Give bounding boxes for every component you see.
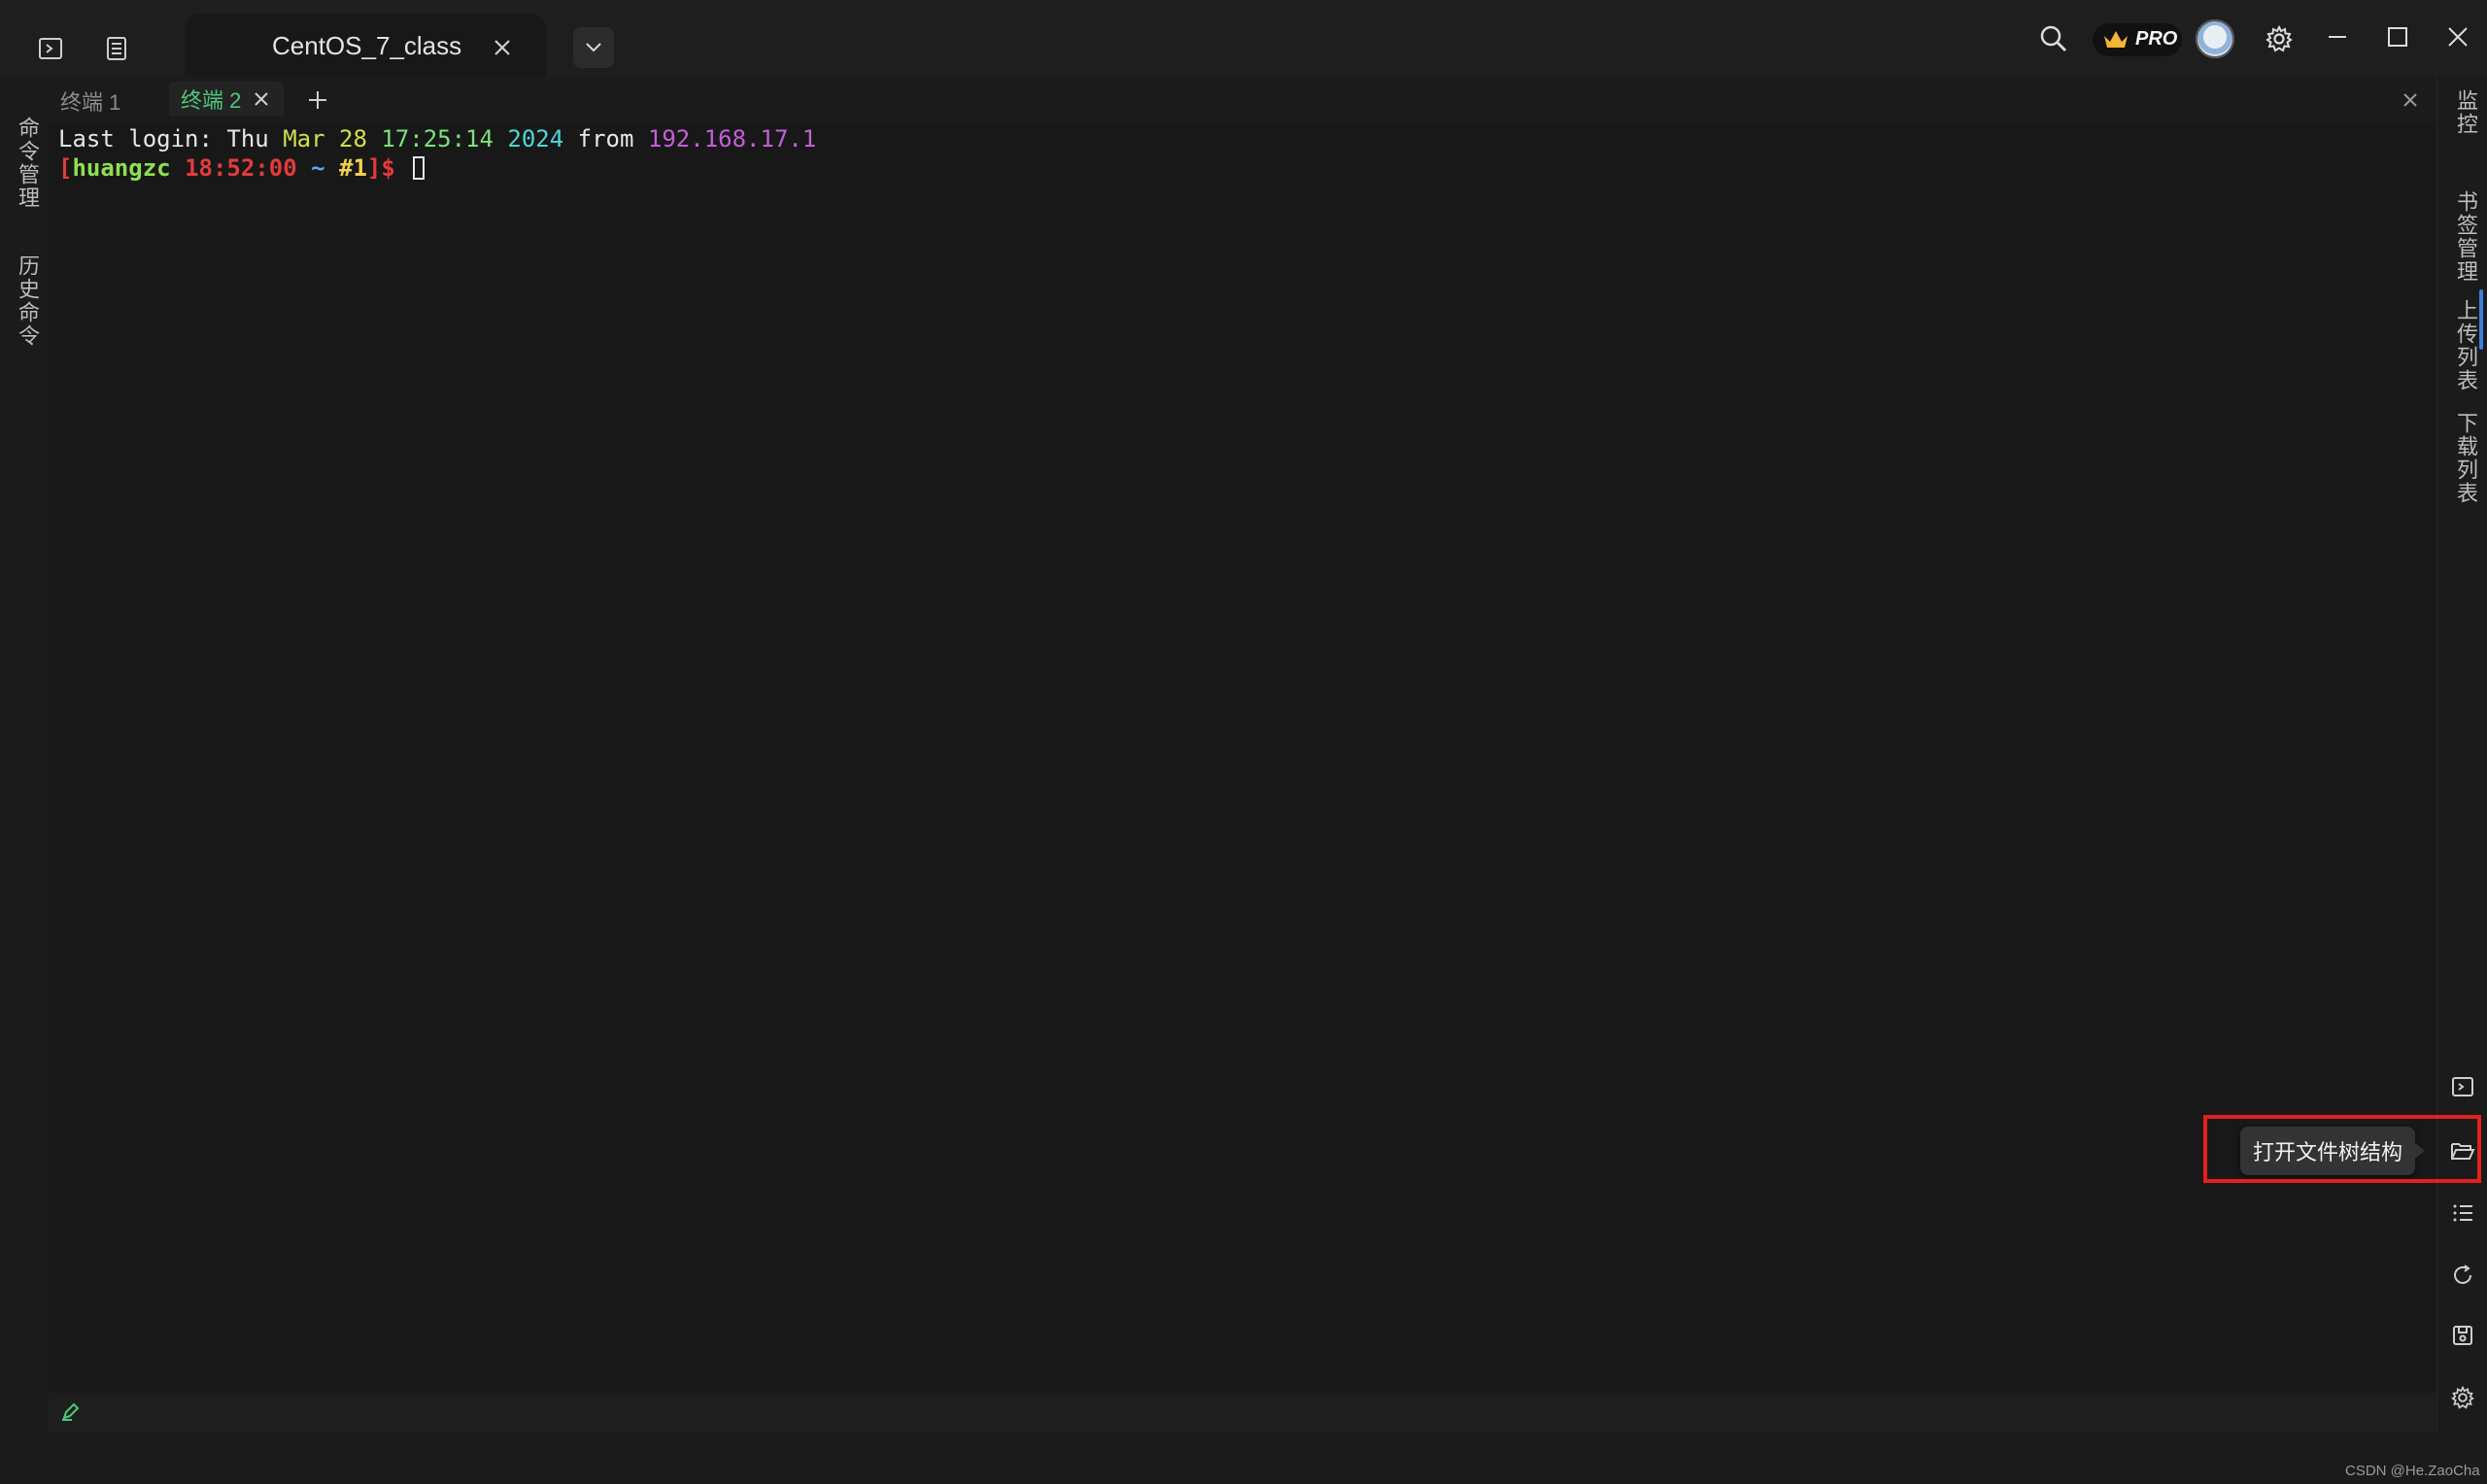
terminal-cursor (413, 156, 426, 180)
tab-terminal-2[interactable]: 终端 2 (169, 82, 285, 117)
prompt-number: #1 (339, 154, 367, 182)
sidebar-item-command-history[interactable]: 历史命令 (12, 254, 43, 348)
prompt-time: 18:52:00 (185, 154, 297, 182)
prompt-user: huangzc (72, 154, 171, 182)
status-bar (0, 1433, 2487, 1484)
terminal-tab-strip: 终端 1 终端 2 (49, 76, 2436, 122)
sidebar-item-download-list[interactable]: 下载列表 (2450, 412, 2481, 505)
settings-icon[interactable] (2446, 1381, 2479, 1414)
maximize-icon[interactable] (2378, 17, 2417, 56)
login-year: 2024 (507, 125, 564, 152)
terminal-panel-icon[interactable] (29, 29, 72, 68)
pro-badge-label: PRO (2135, 28, 2178, 50)
login-from: from (577, 125, 634, 152)
avatar[interactable] (2196, 19, 2234, 58)
list-icon[interactable] (2446, 1197, 2479, 1230)
crown-icon (2104, 31, 2128, 48)
sidebar-item-command-management[interactable]: 命令管理 (12, 117, 43, 210)
save-icon[interactable] (2446, 1319, 2479, 1352)
scroll-indicator (2479, 289, 2483, 350)
terminal-line: Last login: Thu Mar 28 17:25:14 2024 fro… (58, 124, 816, 153)
document-list-icon[interactable] (95, 29, 138, 68)
prompt-dir: ~ (311, 154, 325, 182)
refresh-icon[interactable] (2446, 1259, 2479, 1292)
command-input-bar[interactable] (49, 1393, 2436, 1433)
prompt-close: ]$ (366, 154, 395, 182)
close-window-icon[interactable] (2438, 17, 2477, 56)
session-tab-title: CentOS_7_class (272, 31, 462, 60)
close-icon[interactable] (2398, 87, 2423, 113)
login-prefix: Last login: Thu (58, 125, 284, 152)
prompt-open-bracket: [ (58, 154, 73, 182)
search-icon[interactable] (2032, 17, 2075, 60)
login-ip: 192.168.17.1 (647, 125, 817, 152)
add-tab-icon[interactable] (303, 85, 332, 115)
annotation-highlight-box (2203, 1115, 2481, 1183)
sidebar-item-monitor[interactable]: 监控 (2450, 89, 2481, 136)
tab-terminal-1[interactable]: 终端 1 (60, 85, 120, 117)
minimize-icon[interactable] (2318, 17, 2357, 56)
login-month: Mar (283, 125, 325, 152)
terminal-icon[interactable] (2446, 1070, 2479, 1103)
session-tab[interactable]: CentOS_7_class (185, 14, 546, 76)
title-bar: CentOS_7_class PRO (0, 0, 2487, 76)
sidebar-item-bookmarks[interactable]: 书签管理 (2450, 190, 2481, 284)
sidebar-item-upload-list[interactable]: 上传列表 (2450, 299, 2481, 392)
tab-terminal-2-label: 终端 2 (181, 88, 242, 113)
terminal-output[interactable]: Last login: Thu Mar 28 17:25:14 2024 fro… (49, 122, 2436, 1393)
terminal-prompt: [huangzc 18:52:00 ~ #1]$ (58, 153, 426, 183)
close-icon[interactable] (488, 33, 517, 62)
pen-icon[interactable] (60, 1400, 85, 1426)
login-time: 17:25:14 (381, 125, 494, 152)
gear-icon[interactable] (2260, 19, 2299, 58)
close-icon[interactable] (251, 88, 272, 110)
pro-badge[interactable]: PRO (2093, 23, 2182, 56)
chevron-down-icon[interactable] (573, 27, 614, 68)
login-day: 28 (339, 125, 367, 152)
watermark: CSDN @He.ZaoCha (2345, 1463, 2480, 1479)
